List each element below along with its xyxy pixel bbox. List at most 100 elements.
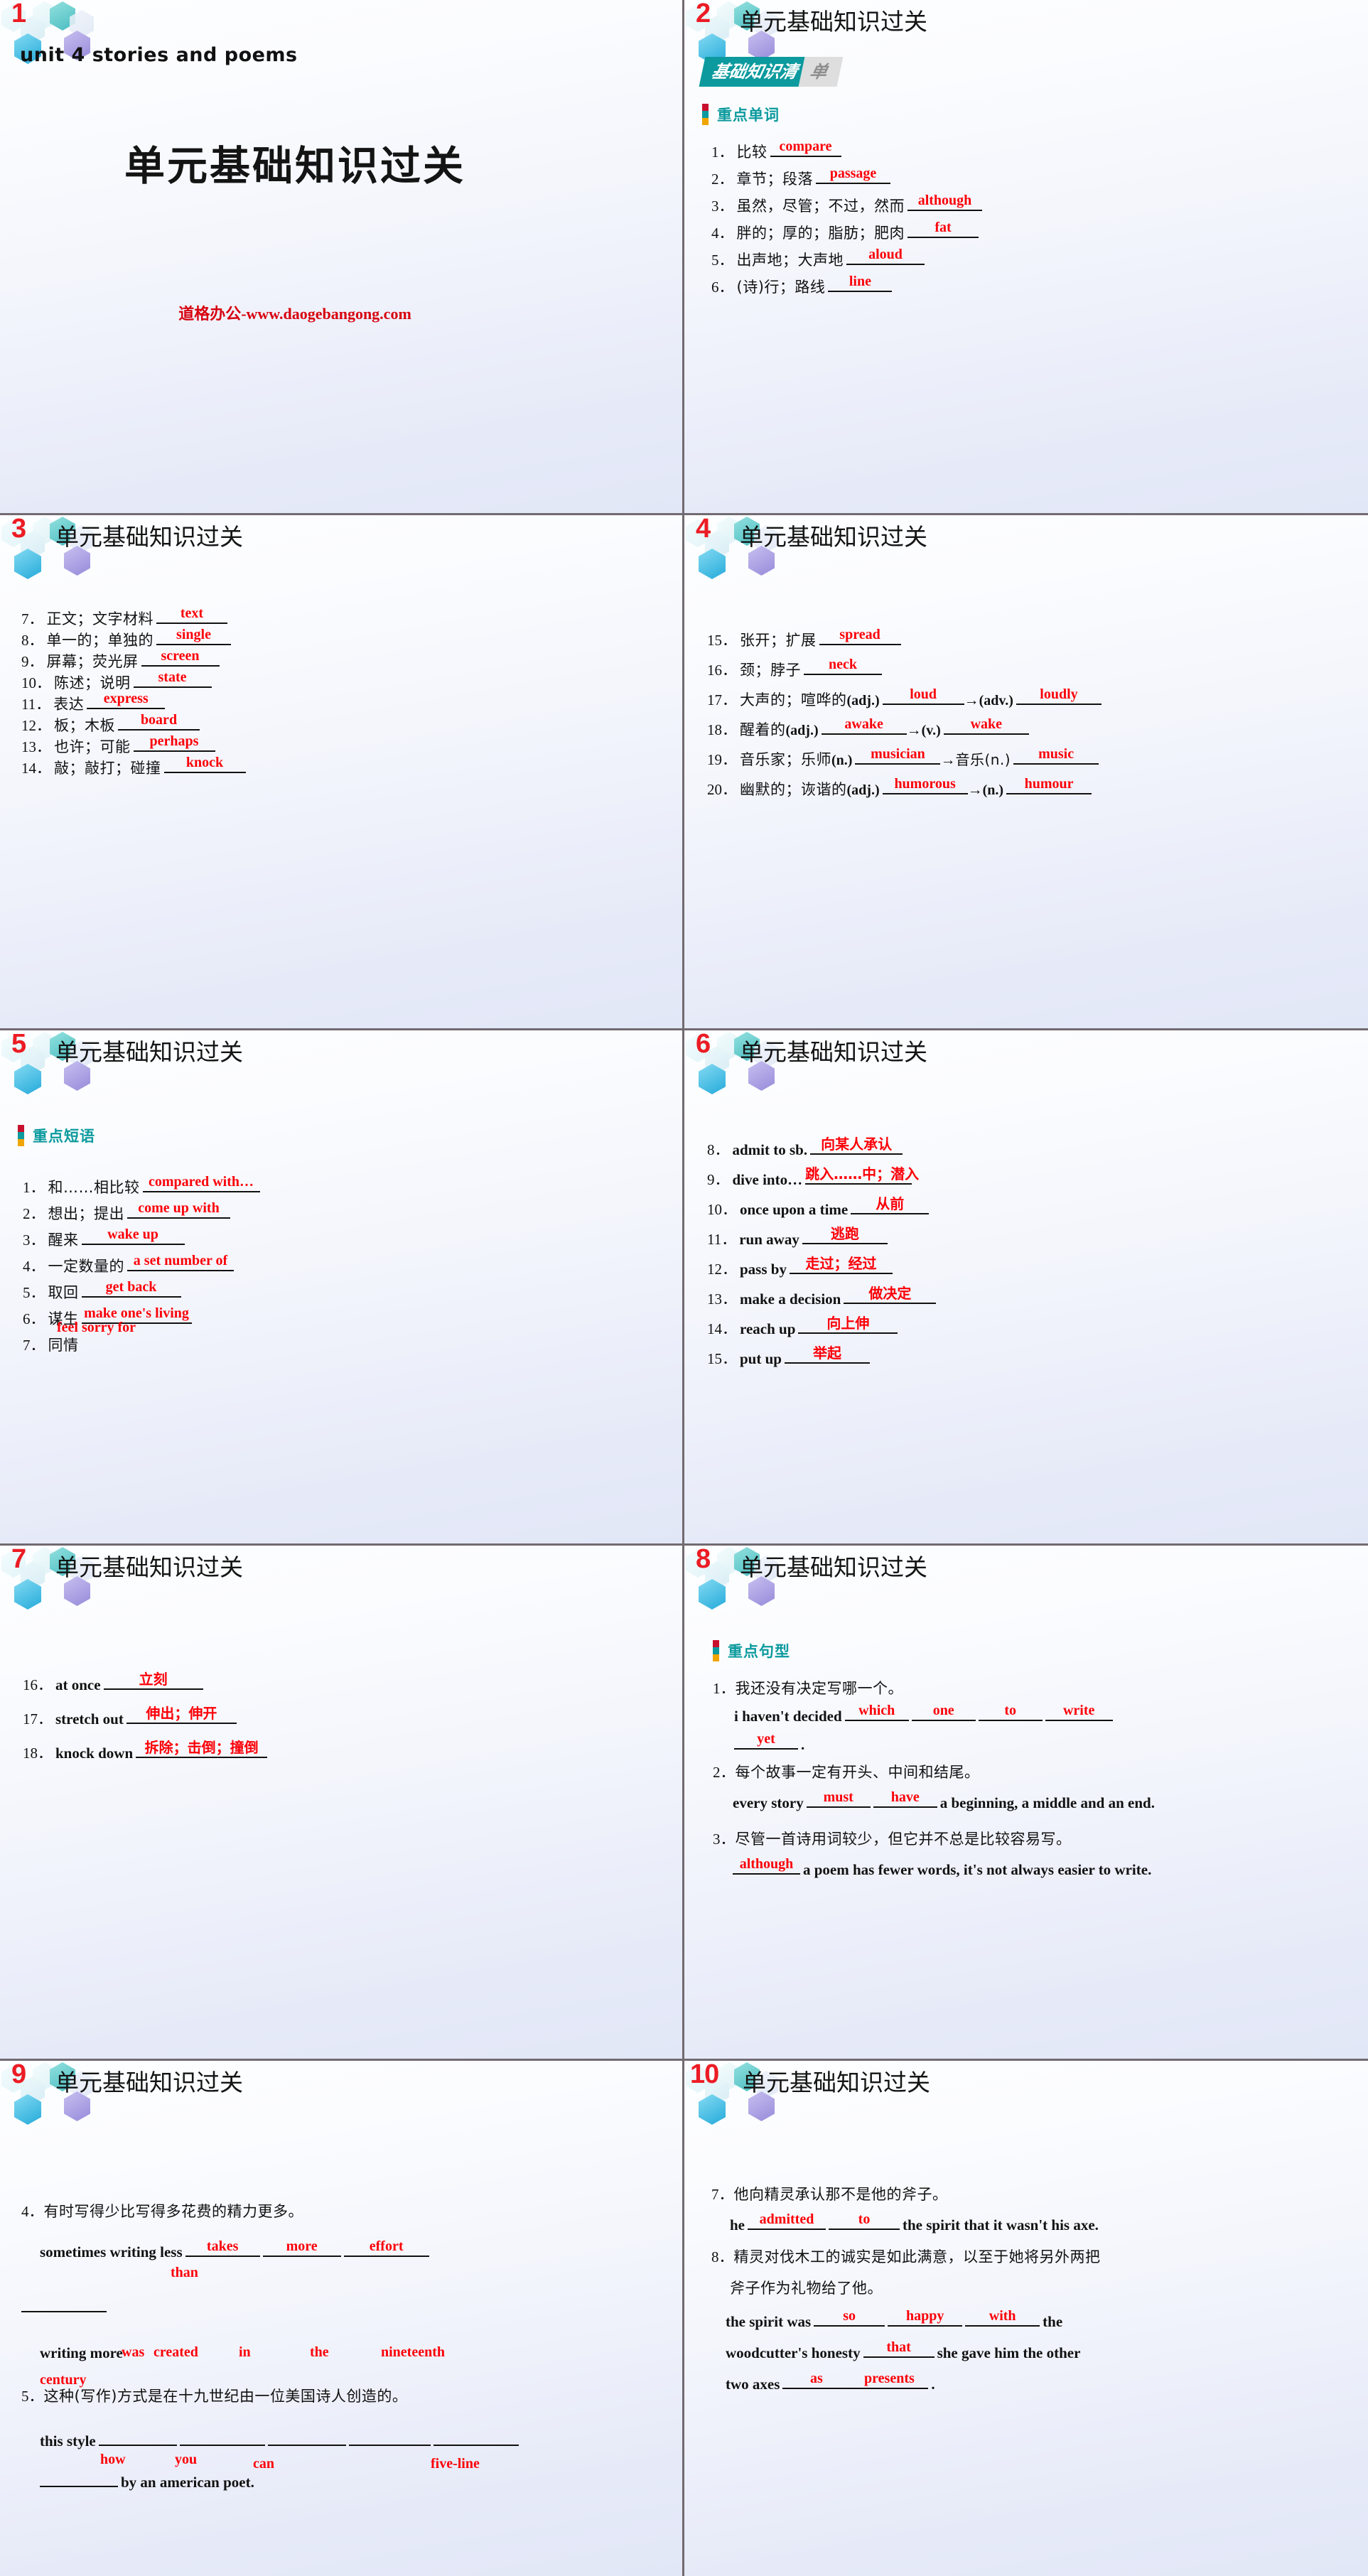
answer-blank[interactable]: 走过；经过	[789, 1256, 893, 1274]
answer-blank[interactable]: board	[118, 713, 200, 731]
answer-text: text	[180, 605, 204, 621]
answer-blank[interactable]: screen	[141, 649, 220, 667]
answer-blank[interactable]: 向某人承认	[810, 1137, 903, 1155]
item-chinese: 想出；提出	[48, 1205, 124, 1222]
answer-blank[interactable]: state	[133, 670, 212, 688]
item-chinese: 同情	[48, 1337, 79, 1354]
item-number: 2．	[23, 1205, 45, 1222]
item-number: 4．	[711, 225, 734, 242]
answer-blank[interactable]: yet	[734, 1732, 798, 1750]
list-item: 17． 大声的；喧哗的(adj.) loud →(adv.) loudly	[707, 687, 1354, 718]
answer-blank[interactable]: with	[965, 2309, 1040, 2327]
answer-blank[interactable]: loudly	[1016, 687, 1102, 705]
answer-blank[interactable]: than	[21, 2265, 198, 2312]
item-number: 4．	[21, 2203, 44, 2220]
answer-blank[interactable]: presents	[850, 2371, 929, 2389]
answer-blank[interactable]: single	[156, 627, 231, 645]
answer-blank[interactable]: although	[733, 1857, 800, 1875]
answer-blank[interactable]: have	[873, 1790, 937, 1808]
answer-blank[interactable]: music	[1013, 747, 1099, 765]
answer-blank[interactable]: 拆除；击倒；撞倒	[136, 1740, 268, 1758]
answer-blank[interactable]: to	[829, 2212, 900, 2230]
answer-blank[interactable]: aloud	[846, 247, 925, 265]
answer-blank[interactable]	[179, 2430, 265, 2446]
slide-number: 7	[11, 1546, 26, 1574]
page-title: 单元基础知识过关	[740, 1553, 927, 1581]
answer-blank[interactable]: 立刻	[103, 1672, 203, 1690]
item-number: 14．	[21, 760, 51, 777]
answer-blank[interactable]	[98, 2430, 177, 2446]
item-number: 8．	[707, 1141, 730, 1158]
item-chinese: 音乐家；乐师	[740, 751, 831, 768]
answer-blank[interactable]: 逃跑	[802, 1227, 888, 1244]
answer-blank[interactable]: admitted	[748, 2212, 826, 2230]
answer-blank[interactable]: text	[156, 605, 227, 624]
answer-blank[interactable]: passage	[816, 166, 890, 184]
answer-blank[interactable]	[40, 2472, 118, 2487]
answer-blank[interactable]: awake	[821, 717, 907, 735]
answer-blank[interactable]: as	[782, 2371, 851, 2389]
answer-blank[interactable]: 伸出；伸开	[126, 1706, 237, 1724]
item-chinese: 陈述；说明	[54, 674, 131, 691]
answer-text: spread	[839, 627, 880, 642]
answer-blank[interactable]: to	[978, 1703, 1043, 1721]
item-number: 7．	[21, 610, 44, 627]
answer-blank[interactable]: express	[87, 691, 166, 709]
answer-blank[interactable]: compare	[770, 139, 841, 157]
list-item: 17． stretch out 伸出；伸开	[23, 1706, 669, 1742]
answer-blank[interactable]: perhaps	[133, 734, 215, 752]
answer-blank[interactable]: although	[907, 193, 982, 211]
answer-blank[interactable]: one	[911, 1703, 976, 1721]
answer-blank[interactable]: 跳入……中；潜入	[805, 1167, 919, 1185]
answer-blank[interactable]: compared with…	[142, 1175, 260, 1192]
item-number: 13．	[21, 738, 51, 755]
answer-blank[interactable]: humour	[1006, 777, 1092, 794]
answer-blank[interactable]: which	[844, 1703, 909, 1721]
item-chinese: 比较	[736, 144, 768, 161]
answer-text: created	[154, 2344, 198, 2360]
answer-blank[interactable]: write	[1045, 1703, 1113, 1721]
answer-blank[interactable]: happy	[888, 2309, 963, 2327]
item-chinese: 我还没有决定写哪一个。	[735, 1680, 903, 1697]
answer-blank[interactable]: humorous	[882, 777, 968, 794]
answer-blank[interactable]: fat	[907, 220, 979, 238]
item-number: 19．	[707, 751, 737, 768]
answer-blank[interactable]: takes	[185, 2239, 260, 2257]
answer-blank[interactable]: line	[828, 274, 893, 292]
answer-blank[interactable]: 从前	[851, 1197, 930, 1214]
answer-blank[interactable]: 举起	[784, 1346, 870, 1364]
banner-tail-label: 单	[798, 57, 844, 87]
list-item: 10． once upon a time 从前	[707, 1197, 1354, 1228]
answer-blank[interactable]: must	[806, 1790, 871, 1808]
answer-blank[interactable]: neck	[804, 657, 882, 675]
answer-blank[interactable]: that	[863, 2340, 935, 2358]
sentence-item: century 5．这种(写作)方式是在十九世纪由一位美国诗人创造的。 this…	[21, 2372, 675, 2491]
answer-blank[interactable]	[267, 2430, 346, 2446]
subsection-label-sentences: 重点句型	[713, 1640, 790, 1661]
answer-blank[interactable]: come up with	[127, 1201, 230, 1219]
answer-blank[interactable]: so	[814, 2308, 885, 2327]
answer-blank[interactable]	[348, 2430, 431, 2446]
answer-text: passage	[829, 166, 877, 181]
answer-blank[interactable]: 做决定	[844, 1286, 937, 1304]
item-chinese: 胖的；厚的；脂肪；肥肉	[736, 225, 905, 242]
answer-blank[interactable]: effort	[343, 2239, 429, 2257]
answer-blank[interactable]: musician	[855, 747, 941, 765]
slide-number: 5	[11, 1030, 26, 1059]
page-title: 单元基础知识过关	[55, 1038, 243, 1066]
answer-blank[interactable]: knock	[163, 755, 246, 773]
answer-blank[interactable]: 向上伸	[798, 1316, 898, 1334]
list-item: 11． run away 逃跑	[707, 1227, 1354, 1258]
answer-blank[interactable]: get back	[81, 1280, 181, 1298]
answer-blank[interactable]: a set number of	[127, 1254, 234, 1271]
item-number: 17．	[23, 1710, 53, 1728]
answer-blank[interactable]: loud	[882, 687, 964, 705]
item-number: 3．	[713, 1830, 736, 1848]
item-english: put up	[740, 1350, 782, 1367]
answer-blank[interactable]: more	[262, 2239, 341, 2257]
answer-blank[interactable]: wake up	[81, 1227, 185, 1245]
answer-blank[interactable]: wake	[943, 717, 1029, 735]
answer-text: so	[843, 2308, 856, 2324]
answer-blank[interactable]	[433, 2430, 519, 2446]
answer-blank[interactable]: spread	[819, 627, 901, 645]
